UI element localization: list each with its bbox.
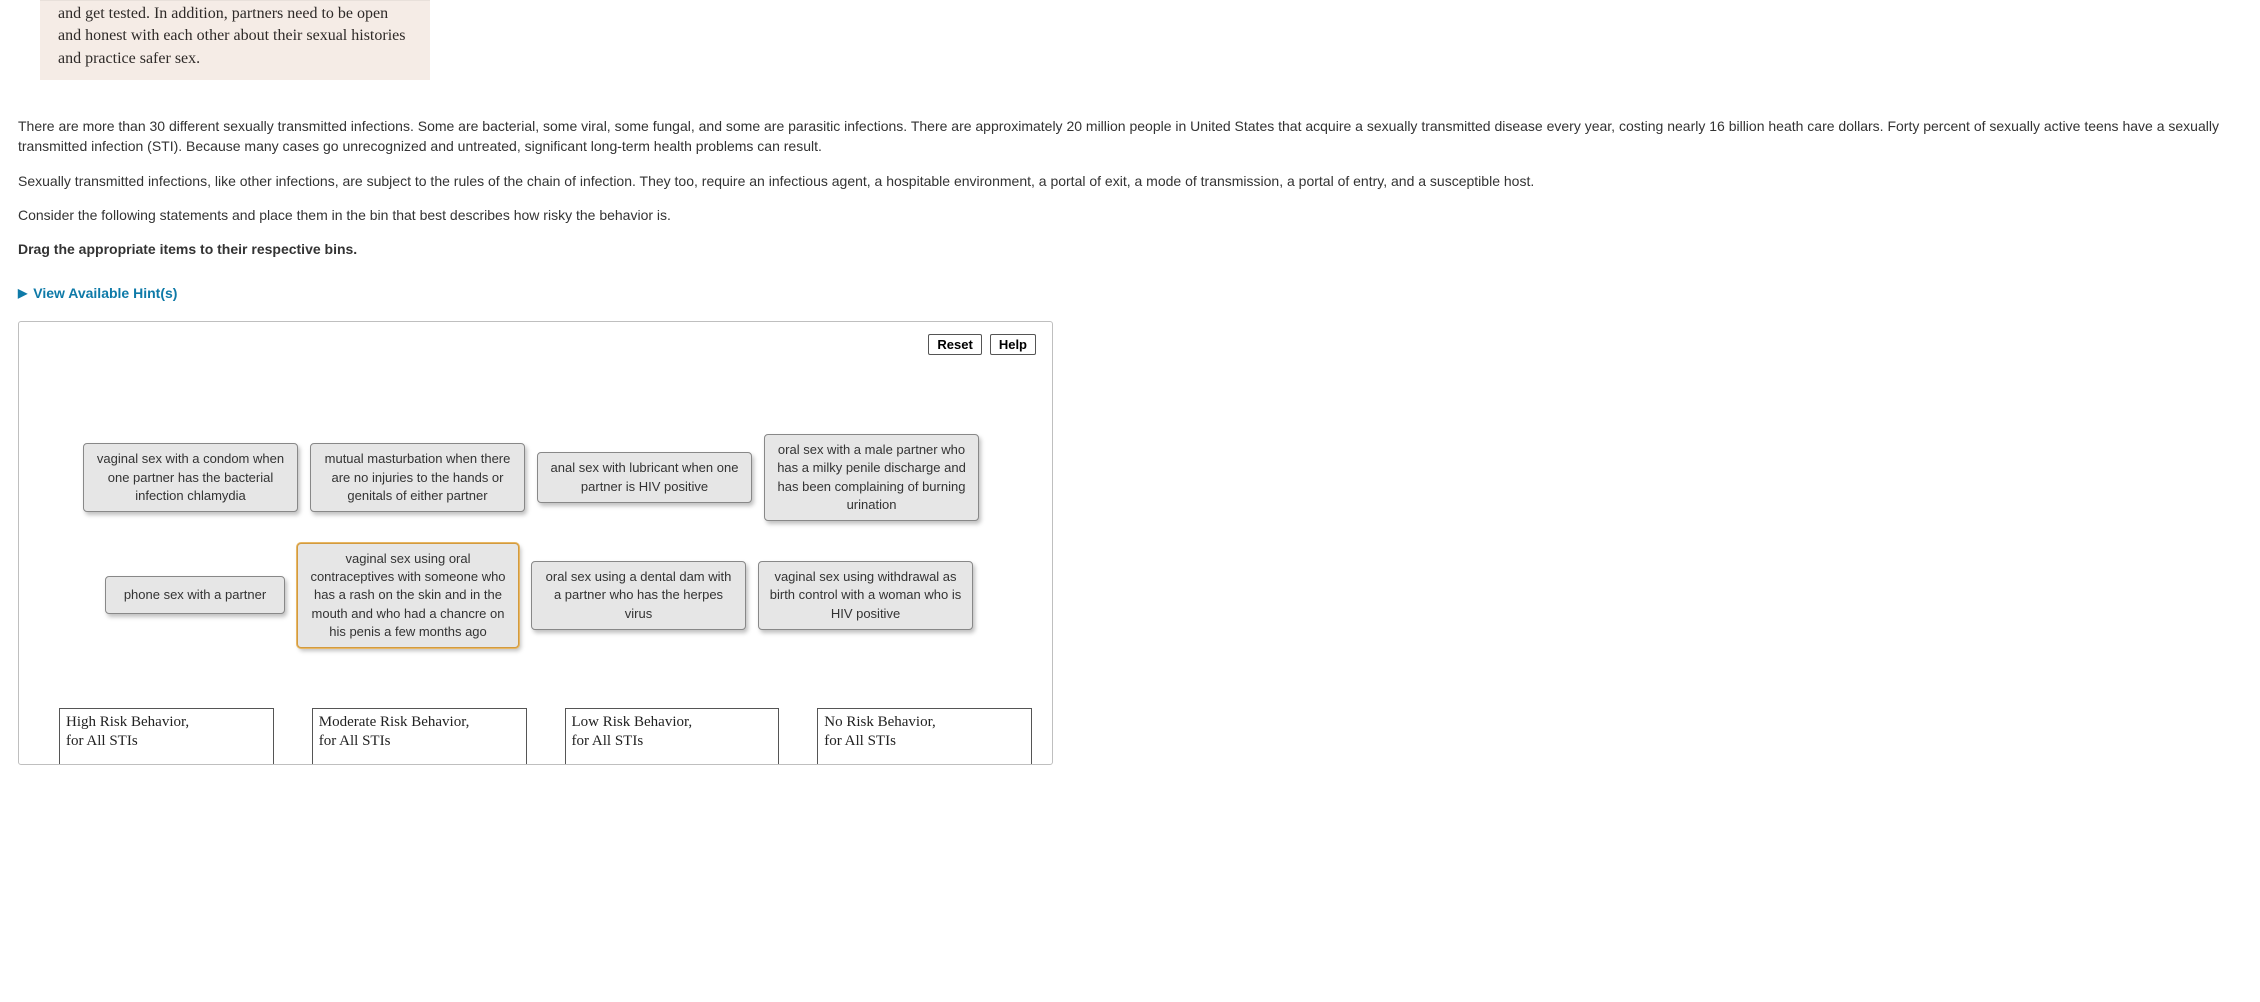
draggable-tile[interactable]: vaginal sex using withdrawal as birth co… bbox=[758, 561, 973, 630]
bin-title-line2: for All STIs bbox=[66, 732, 267, 751]
reference-text-box: and get tested. In addition, partners ne… bbox=[40, 0, 430, 80]
bin-title-line1: Low Risk Behavior, bbox=[572, 713, 773, 732]
bin-title-line1: No Risk Behavior, bbox=[824, 713, 1025, 732]
help-button[interactable]: Help bbox=[990, 334, 1036, 355]
bin-title-line2: for All STIs bbox=[572, 732, 773, 751]
draggable-tile[interactable]: phone sex with a partner bbox=[105, 576, 285, 614]
bin-title-line2: for All STIs bbox=[824, 732, 1025, 751]
draggable-tile[interactable]: oral sex with a male partner who has a m… bbox=[764, 434, 979, 521]
draggable-tile-active[interactable]: vaginal sex using oral contraceptives wi… bbox=[297, 543, 519, 648]
caret-right-icon: ▶ bbox=[18, 285, 27, 302]
tile-area: vaginal sex with a condom when one partn… bbox=[39, 434, 1032, 648]
drag-instruction: Drag the appropriate items to their resp… bbox=[18, 239, 2242, 259]
drop-bin-no-risk[interactable]: No Risk Behavior, for All STIs bbox=[817, 708, 1032, 765]
tile-row-1: vaginal sex with a condom when one partn… bbox=[39, 434, 1032, 521]
drop-bin-moderate-risk[interactable]: Moderate Risk Behavior, for All STIs bbox=[312, 708, 527, 765]
draggable-tile[interactable]: vaginal sex with a condom when one partn… bbox=[83, 443, 298, 512]
drag-drop-workspace: Reset Help vaginal sex with a condom whe… bbox=[18, 321, 1053, 765]
drop-bin-low-risk[interactable]: Low Risk Behavior, for All STIs bbox=[565, 708, 780, 765]
tile-row-2: phone sex with a partner vaginal sex usi… bbox=[39, 543, 1032, 648]
reference-text: and get tested. In addition, partners ne… bbox=[58, 5, 405, 67]
draggable-tile[interactable]: oral sex using a dental dam with a partn… bbox=[531, 561, 746, 630]
intro-paragraph-1: There are more than 30 different sexuall… bbox=[18, 116, 2242, 157]
hints-label: View Available Hint(s) bbox=[33, 284, 177, 304]
draggable-tile[interactable]: anal sex with lubricant when one partner… bbox=[537, 452, 752, 502]
bin-title-line1: High Risk Behavior, bbox=[66, 713, 267, 732]
view-hints-toggle[interactable]: ▶ View Available Hint(s) bbox=[18, 284, 177, 304]
drop-bin-high-risk[interactable]: High Risk Behavior, for All STIs bbox=[59, 708, 274, 765]
reset-button[interactable]: Reset bbox=[928, 334, 981, 355]
bin-title-line2: for All STIs bbox=[319, 732, 520, 751]
intro-paragraph-3: Consider the following statements and pl… bbox=[18, 205, 2242, 225]
workspace-buttons: Reset Help bbox=[928, 334, 1036, 355]
bins-row: High Risk Behavior, for All STIs Moderat… bbox=[39, 708, 1032, 765]
intro-block: There are more than 30 different sexuall… bbox=[18, 116, 2242, 259]
draggable-tile[interactable]: mutual masturbation when there are no in… bbox=[310, 443, 525, 512]
intro-paragraph-2: Sexually transmitted infections, like ot… bbox=[18, 171, 2242, 191]
bin-title-line1: Moderate Risk Behavior, bbox=[319, 713, 520, 732]
